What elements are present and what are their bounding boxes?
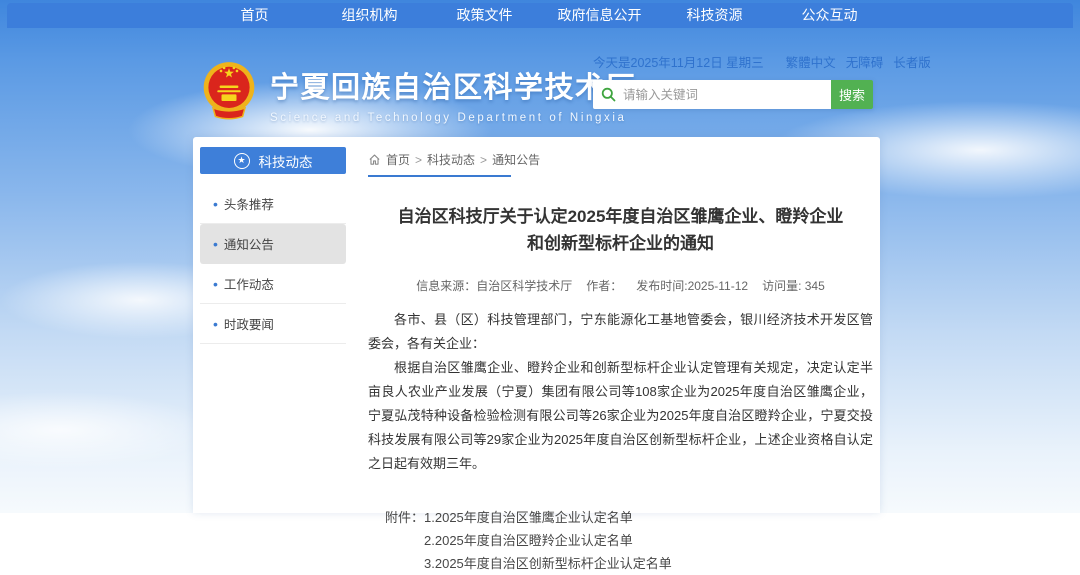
- link-accessibility[interactable]: 无障碍: [846, 52, 884, 71]
- sidebar-item-notices[interactable]: • 通知公告: [200, 224, 346, 264]
- sidebar-title: 科技动态: [259, 151, 313, 171]
- article-meta: 信息来源：自治区科学技术厅作者： 发布时间:2025-11-12 访问量: 345: [368, 277, 873, 294]
- article-title-line1: 自治区科技厅关于认定2025年度自治区雏鹰企业、瞪羚企业: [398, 207, 844, 226]
- meta-author: 作者：: [586, 279, 622, 293]
- attachment-link-gazelle-list[interactable]: 2.2025年度自治区瞪羚企业认定名单: [424, 529, 672, 552]
- meta-visits: 访问量: 345: [762, 279, 825, 293]
- article-area: 首页 > 科技动态 > 通知公告 自治区科技厅关于认定2025年度自治区雏鹰企业…: [368, 137, 873, 575]
- star-circle-icon: ★: [234, 153, 250, 169]
- search-icon: [601, 87, 616, 102]
- meta-source: 信息来源：自治区科学技术厅: [416, 279, 572, 293]
- national-emblem-logo: [199, 58, 259, 128]
- breadcrumb-separator: >: [480, 153, 487, 167]
- nav-item-interaction[interactable]: 公众互动: [772, 3, 887, 28]
- nav-item-gov-info[interactable]: 政府信息公开: [542, 3, 657, 28]
- link-traditional-chinese[interactable]: 繁體中文: [786, 52, 836, 71]
- header-utilities: 今天是2025年11月12日 星期三 繁體中文 无障碍 长者版 搜索: [593, 52, 873, 109]
- nav-item-resources[interactable]: 科技资源: [657, 3, 772, 28]
- article-body: 各市、县（区）科技管理部门，宁东能源化工基地管委会，银川经济技术开发区管委会，各…: [368, 308, 873, 476]
- sidebar-item-headlines[interactable]: • 头条推荐: [200, 184, 346, 224]
- bullet-icon: •: [213, 277, 218, 291]
- today-date: 今天是2025年11月12日 星期三: [593, 52, 764, 71]
- bullet-icon: •: [213, 197, 218, 211]
- sidebar: ★ 科技动态 • 头条推荐 • 通知公告 • 工作动态 • 时政要闻: [200, 147, 346, 344]
- article-paragraph: 根据自治区雏鹰企业、瞪羚企业和创新型标杆企业认定管理有关规定，决定认定半亩良人农…: [368, 356, 873, 476]
- search-input[interactable]: [623, 88, 831, 102]
- site-brand: 宁夏回族自治区科学技术厅 Science and Technology Depa…: [199, 58, 636, 128]
- breadcrumb-notices[interactable]: 通知公告: [492, 151, 540, 168]
- search-button[interactable]: 搜索: [831, 80, 873, 109]
- attachment-link-benchmark-list[interactable]: 3.2025年度自治区创新型标杆企业认定名单: [424, 552, 672, 575]
- nav-item-home[interactable]: 首页: [197, 3, 312, 28]
- article-paragraph: 各市、县（区）科技管理部门，宁东能源化工基地管委会，银川经济技术开发区管委会，各…: [368, 308, 873, 356]
- sidebar-item-label: 通知公告: [224, 234, 274, 253]
- nav-item-policy[interactable]: 政策文件: [427, 3, 542, 28]
- home-icon: [368, 153, 381, 166]
- breadcrumb: 首页 > 科技动态 > 通知公告: [368, 137, 873, 168]
- nav-item-organization[interactable]: 组织机构: [312, 3, 427, 28]
- sidebar-item-politics-news[interactable]: • 时政要闻: [200, 304, 346, 344]
- attachments-block: 附件： 1.2025年度自治区雏鹰企业认定名单 2.2025年度自治区瞪羚企业认…: [385, 506, 873, 575]
- link-senior-version[interactable]: 长者版: [893, 52, 931, 71]
- bullet-icon: •: [213, 237, 218, 251]
- breadcrumb-home[interactable]: 首页: [386, 151, 410, 168]
- site-title: 宁夏回族自治区科学技术厅: [270, 64, 636, 106]
- top-navigation: 首页 组织机构 政策文件 政府信息公开 科技资源 公众互动: [7, 3, 1073, 28]
- attachments-label: 附件：: [385, 506, 424, 575]
- breadcrumb-underline: [368, 175, 511, 177]
- breadcrumb-separator: >: [415, 153, 422, 167]
- meta-published: 发布时间:2025-11-12: [636, 279, 748, 293]
- sidebar-item-work-news[interactable]: • 工作动态: [200, 264, 346, 304]
- breadcrumb-tech-news[interactable]: 科技动态: [427, 151, 475, 168]
- sidebar-item-label: 时政要闻: [224, 314, 274, 333]
- article-title: 自治区科技厅关于认定2025年度自治区雏鹰企业、瞪羚企业 和创新型标杆企业的通知: [368, 203, 873, 257]
- sidebar-item-label: 头条推荐: [224, 194, 274, 213]
- search-bar: 搜索: [593, 80, 873, 109]
- article-title-line2: 和创新型标杆企业的通知: [527, 234, 714, 253]
- attachment-link-eagle-list[interactable]: 1.2025年度自治区雏鹰企业认定名单: [424, 506, 672, 529]
- site-subtitle: Science and Technology Department of Nin…: [270, 112, 636, 124]
- sidebar-item-label: 工作动态: [224, 274, 274, 293]
- bullet-icon: •: [213, 317, 218, 331]
- sidebar-header: ★ 科技动态: [200, 147, 346, 174]
- content-panel: ★ 科技动态 • 头条推荐 • 通知公告 • 工作动态 • 时政要闻: [193, 137, 880, 513]
